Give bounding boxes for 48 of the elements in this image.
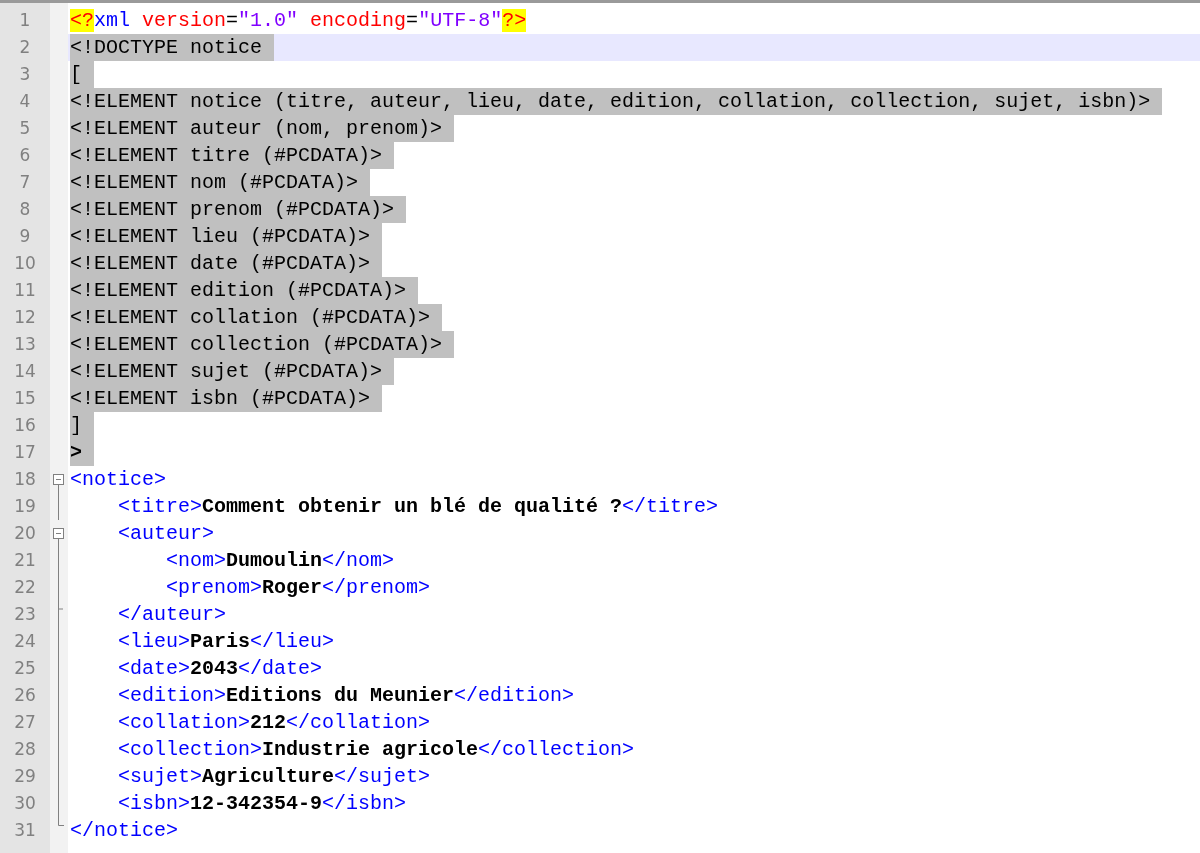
line-number: 11 xyxy=(13,279,37,302)
code-line: <?xml version="1.0" encoding="UTF-8"?> xyxy=(70,8,527,34)
line-number: 17 xyxy=(13,441,37,464)
line-number: 16 xyxy=(13,414,37,437)
line-number: 20 xyxy=(13,522,37,545)
code-line: </auteur> xyxy=(118,602,227,628)
line-number: 18 xyxy=(13,468,37,491)
line-number: 15 xyxy=(13,387,37,410)
line-number: 27 xyxy=(13,711,37,734)
line-number: 14 xyxy=(13,360,37,383)
line-number: 6 xyxy=(18,144,32,167)
line-number: 21 xyxy=(13,549,37,572)
line-number: 28 xyxy=(13,738,37,761)
line-number: 8 xyxy=(18,198,32,221)
code-line: <sujet>Agriculture</sujet> xyxy=(118,764,431,790)
fold-collapse-icon[interactable] xyxy=(53,528,64,547)
line-number: 4 xyxy=(18,90,32,113)
line-number: 2 xyxy=(18,36,32,59)
line-number: 29 xyxy=(13,765,37,788)
line-number: 7 xyxy=(18,171,32,194)
code-line: <notice> xyxy=(70,467,166,493)
line-number: 13 xyxy=(13,333,37,356)
code-line: <isbn>12-342354-9</isbn> xyxy=(118,791,407,817)
code-line: <titre>Comment obtenir un blé de qualité ?</titre> xyxy=(118,494,719,520)
code-line: <date>2043</date> xyxy=(118,656,323,682)
code-line: <prenom>Roger</prenom> xyxy=(166,575,431,601)
line-number: 26 xyxy=(13,684,37,707)
code-line: <nom>Dumoulin</nom> xyxy=(166,548,395,574)
code-line: <edition>Editions du Meunier</edition> xyxy=(118,683,575,709)
line-number: 19 xyxy=(13,495,37,518)
line-number: 1 xyxy=(18,9,32,32)
code-line: </notice> xyxy=(70,818,179,844)
line-number: 23 xyxy=(13,603,37,626)
code-line: <lieu>Paris</lieu> xyxy=(118,629,335,655)
line-number: 31 xyxy=(13,819,37,842)
code-line: <collection>Industrie agricole</collection> xyxy=(118,737,635,763)
line-number: 24 xyxy=(13,630,37,653)
line-number: 22 xyxy=(13,576,37,599)
line-number: 25 xyxy=(13,657,37,680)
code-line: <collation>212</collation> xyxy=(118,710,431,736)
line-number: 10 xyxy=(13,252,37,275)
line-number: 12 xyxy=(13,306,37,329)
fold-collapse-icon[interactable] xyxy=(53,474,64,493)
line-number: 30 xyxy=(13,792,37,815)
line-number: 3 xyxy=(18,63,32,86)
line-number: 9 xyxy=(18,225,32,248)
code-line: <auteur> xyxy=(118,521,214,547)
line-number: 5 xyxy=(18,117,32,140)
